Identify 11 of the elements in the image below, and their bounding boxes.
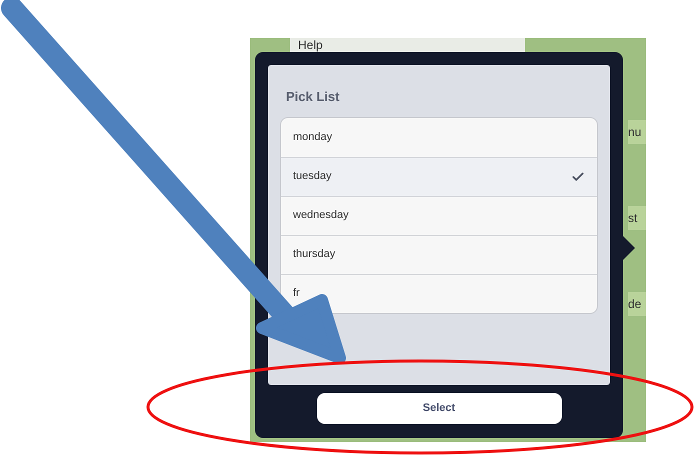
list-item[interactable]: monday (281, 118, 597, 156)
row-label: nu (628, 120, 646, 144)
list-item[interactable]: wednesday (281, 196, 597, 234)
list-item[interactable]: thursday (281, 234, 597, 274)
row-label: st (628, 206, 646, 230)
list-item[interactable]: tuesday (281, 156, 597, 196)
menu-item[interactable]: Help (290, 38, 525, 52)
list-title: Pick List (285, 88, 340, 106)
checkmark-icon (571, 170, 585, 184)
select-button[interactable]: Select (316, 393, 562, 424)
row-label: de (628, 292, 646, 316)
